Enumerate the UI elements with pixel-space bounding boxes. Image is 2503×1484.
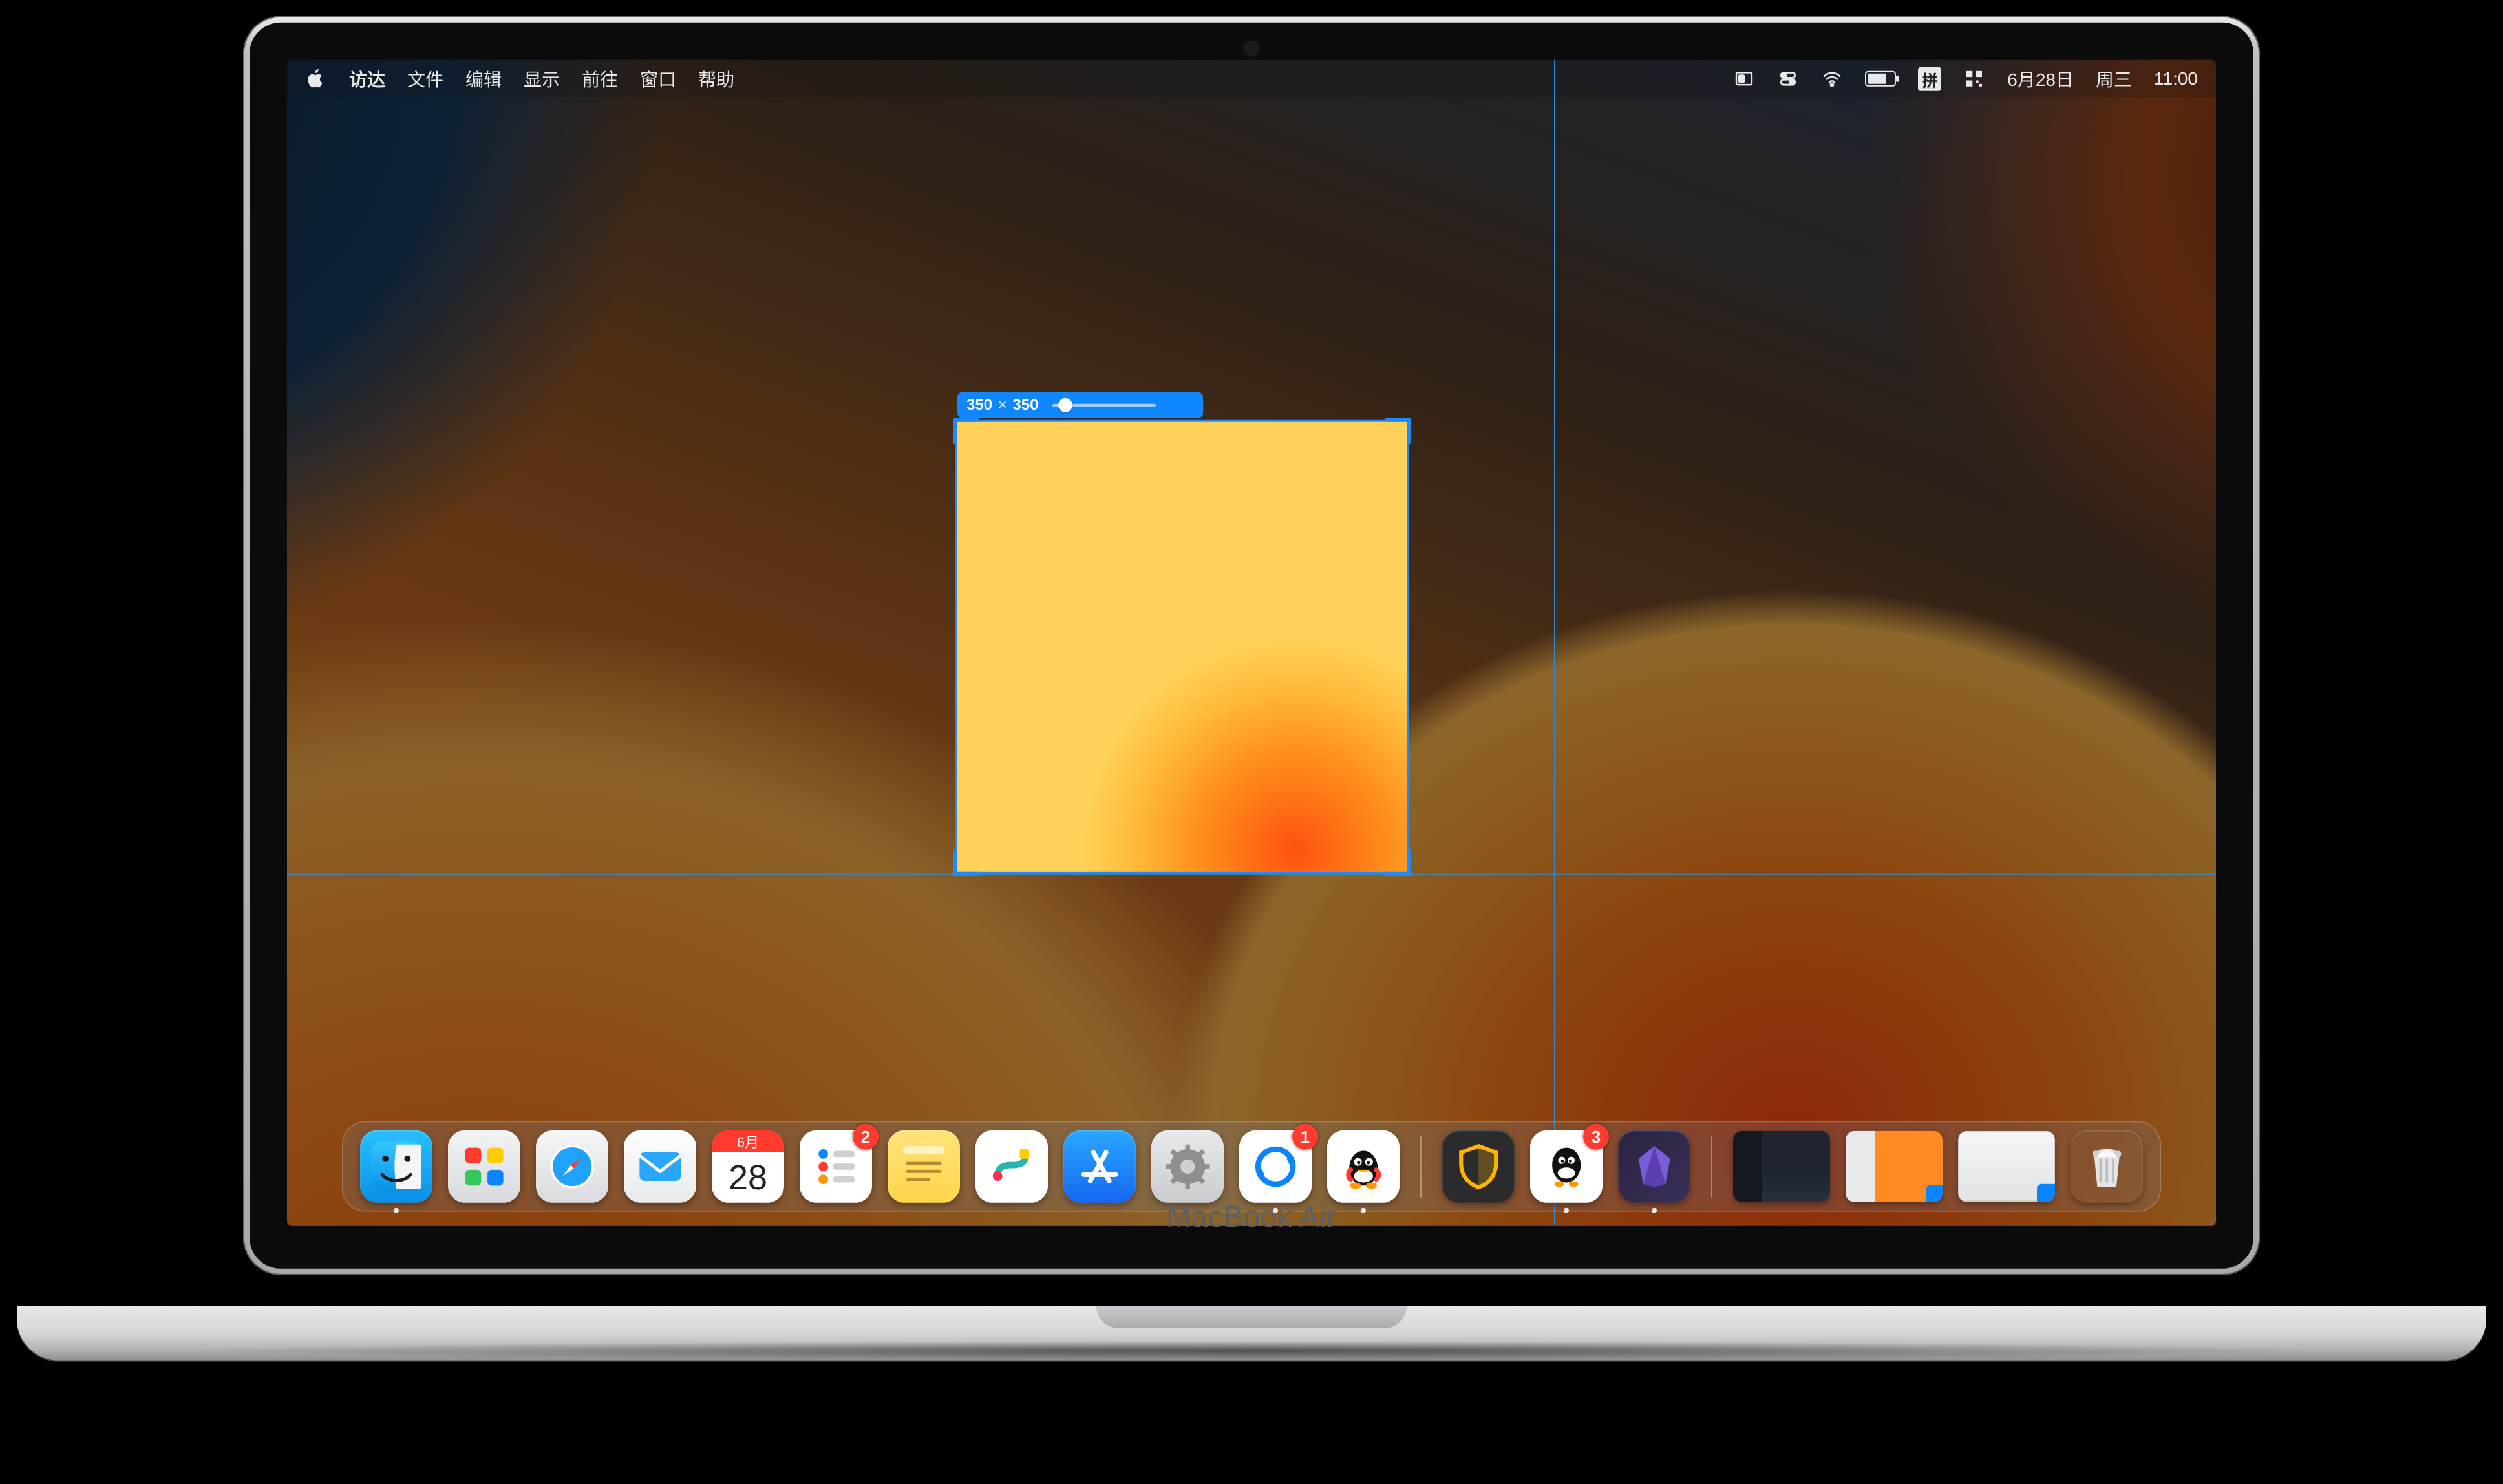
selection-handle-tl[interactable] [953,418,979,444]
dock: 6月 28 2 [342,1121,2161,1212]
dock-calendar[interactable]: 6月 28 [712,1130,784,1203]
dock-obsidian[interactable] [1618,1130,1690,1203]
screenshot-guide-horizontal [287,874,2216,875]
dock-wechat[interactable]: 3 [1530,1130,1603,1203]
minimized-window-thumb[interactable] [1733,1131,1830,1202]
menubar-item-edit[interactable]: 编辑 [465,66,502,92]
menubar-date[interactable]: 6月28日 [2007,66,2074,92]
menubar-time[interactable]: 11:00 [2154,69,2198,89]
menubar-app-name[interactable]: 访达 [349,66,385,92]
selection-handle-br[interactable] [1385,850,1411,876]
screenshot-guide-vertical [1554,60,1555,1226]
dock-separator [1420,1136,1422,1198]
menubar-item-window[interactable]: 窗口 [640,66,676,92]
screen-bezel: 访达 文件 编辑 显示 前往 窗口 帮助 [250,23,2253,1269]
dock-finder[interactable] [360,1130,432,1203]
input-method-badge[interactable]: 拼 [1918,67,1941,90]
dock-safari[interactable] [536,1130,608,1203]
camera-notch [1244,41,1259,56]
minimized-window-thumb[interactable] [1958,1131,2055,1202]
wifi-icon[interactable] [1821,69,1843,89]
calendar-month-label: 6月 [712,1130,784,1152]
menubar-weekday[interactable]: 周三 [2096,66,2132,92]
battery-indicator[interactable] [1865,71,1896,87]
sync-badge: 1 [1292,1124,1318,1150]
dimension-separator: × [998,396,1007,414]
menubar-item-go[interactable]: 前往 [582,66,618,92]
calendar-day-number: 28 [729,1152,767,1202]
screenshot-selection[interactable]: 350 × 350 [955,420,1409,874]
dock-launchpad[interactable] [448,1130,520,1203]
dock-mail[interactable] [624,1130,696,1203]
minimized-window-thumb[interactable] [1846,1131,1943,1202]
laptop-brand-label: MacBook Air [243,1199,2260,1234]
screenshot-selection-preview [957,422,1407,872]
apple-menu-icon[interactable] [305,69,327,89]
qr-menubar-icon[interactable] [1963,69,1985,89]
selection-handle-bl[interactable] [953,850,979,876]
dock-settings[interactable] [1151,1130,1224,1203]
dock-notes[interactable] [888,1130,960,1203]
dock-appstore[interactable] [1063,1130,1136,1203]
wechat-badge: 3 [1583,1124,1609,1150]
menubar: 访达 文件 编辑 显示 前往 窗口 帮助 [287,60,2216,98]
zoom-slider-thumb[interactable] [1058,398,1072,412]
selection-dimension-tag[interactable]: 350 × 350 [957,392,1203,418]
dock-reminders[interactable]: 2 [800,1130,872,1203]
laptop-lid: 访达 文件 编辑 显示 前往 窗口 帮助 [243,16,2260,1275]
dock-separator [1711,1136,1712,1198]
control-center-icon[interactable] [1777,69,1799,89]
dock-qq[interactable] [1327,1130,1400,1203]
menubar-item-file[interactable]: 文件 [407,66,443,92]
laptop-shadow [185,1341,2318,1361]
selection-width: 350 [966,396,992,414]
selection-height: 350 [1012,396,1038,414]
stage-manager-icon[interactable] [1733,69,1755,89]
laptop-frame: 访达 文件 编辑 显示 前往 窗口 帮助 [243,16,2260,1361]
menubar-item-help[interactable]: 帮助 [698,66,734,92]
reminders-badge: 2 [853,1124,879,1150]
dock-sync[interactable]: 1 [1239,1130,1312,1203]
selection-handle-tr[interactable] [1385,418,1411,444]
dock-security[interactable] [1442,1130,1515,1203]
dock-freeform[interactable] [975,1130,1048,1203]
zoom-slider[interactable] [1052,403,1156,407]
dock-trash[interactable] [2071,1130,2143,1203]
menubar-item-view[interactable]: 显示 [524,66,560,92]
desktop-screen: 访达 文件 编辑 显示 前往 窗口 帮助 [287,60,2216,1226]
